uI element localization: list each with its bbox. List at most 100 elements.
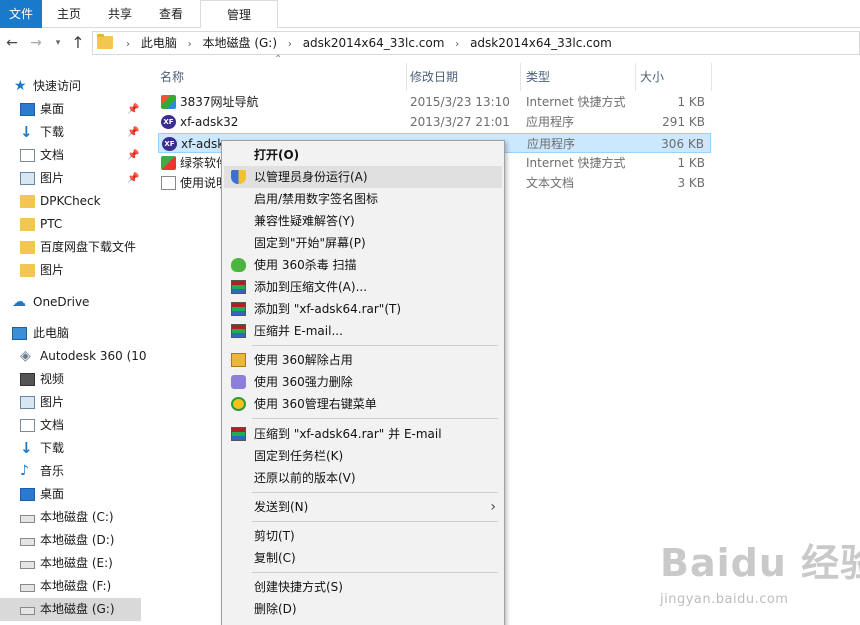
tab-home[interactable]: 主页 [48,0,90,28]
nav-item-label: 桌面 [40,102,65,116]
menu-toggle-signature-icon[interactable]: 启用/禁用数字签名图标 [224,188,502,210]
address-bar[interactable]: › 此电脑 › 本地磁盘 (G:) › adsk2014x64_33lc.com… [92,31,860,55]
menu-separator [252,521,498,522]
nav-desktop-pc[interactable]: 桌面 [0,483,148,506]
nav-item-label: 本地磁盘 (G:) [40,602,115,616]
file-type: Internet 快捷方式 [526,156,626,170]
chevron-right-icon[interactable]: › [126,34,130,56]
chevron-right-icon[interactable]: › [288,34,292,56]
file-row[interactable]: XF xf-adsk32 2013/3/27 21:01 应用程序 291 KB [158,112,711,132]
menu-separator [252,418,498,419]
menu-compress-to-rar-email[interactable]: 压缩到 "xf-adsk64.rar" 并 E-mail [224,423,502,445]
menu-item-label: 压缩到 "xf-adsk64.rar" 并 E-mail [254,427,442,441]
menu-pin-to-start[interactable]: 固定到"开始"屏幕(P) [224,232,502,254]
column-divider[interactable] [406,63,407,91]
tab-manage[interactable]: 管理 [200,0,278,29]
chevron-right-icon[interactable]: › [455,34,459,56]
forward-arrow-icon[interactable]: → [26,33,46,53]
menu-360-manage-context[interactable]: 使用 360管理右键菜单 [224,393,502,415]
nav-pictures-pc[interactable]: 图片 [0,391,148,414]
nav-item-label: 百度网盘下载文件 [40,240,137,254]
menu-add-to-rar[interactable]: 添加到 "xf-adsk64.rar"(T) [224,298,502,320]
nav-ptc[interactable]: PTC [0,213,148,236]
nav-drive-f[interactable]: 本地磁盘 (F:) [0,575,148,598]
nav-item-label: 桌面 [40,487,65,501]
nav-this-pc[interactable]: 此电脑 [0,322,148,345]
nav-documents-pc[interactable]: 文档 [0,414,148,437]
winrar-icon [231,302,246,316]
menu-restore-previous[interactable]: 还原以前的版本(V) [224,467,502,489]
nav-item-label: 下载 [40,125,65,139]
column-divider[interactable] [711,63,712,91]
crumb-subfolder[interactable]: adsk2014x64_33lc.com [470,32,612,54]
nav-music[interactable]: ♪ 音乐 [0,460,148,483]
app-icon: XF [162,137,177,151]
folder-icon [20,241,35,254]
menu-add-to-archive[interactable]: 添加到压缩文件(A)... [224,276,502,298]
nav-quick-access[interactable]: ★ 快速访问 [0,75,148,98]
menu-create-shortcut[interactable]: 创建快捷方式(S) [224,576,502,598]
nav-downloads-pc[interactable]: ↓ 下载 [0,437,148,460]
nav-baidu-downloads[interactable]: 百度网盘下载文件 [0,236,148,259]
nav-drive-g[interactable]: 本地磁盘 (G:) [0,598,141,621]
nav-pictures[interactable]: 图片 📌 [0,167,148,190]
column-header-type[interactable]: 类型 [526,63,550,91]
file-name: xf-adsk32 [180,115,239,129]
menu-360-scan[interactable]: 使用 360杀毒 扫描 [224,254,502,276]
nav-drive-e[interactable]: 本地磁盘 (E:) [0,552,148,575]
nav-onedrive[interactable]: ☁ OneDrive [0,291,148,314]
folder-icon [20,218,35,231]
crumb-this-pc[interactable]: 此电脑 [141,32,177,54]
menu-delete[interactable]: 删除(D) [224,598,502,620]
menu-send-to[interactable]: 发送到(N) › [224,496,502,518]
menu-360-force-delete[interactable]: 使用 360强力删除 [224,371,502,393]
file-name: xf-adsk [181,137,225,151]
column-header-date[interactable]: 修改日期 [410,63,458,91]
file-row[interactable]: 3837网址导航 2015/3/23 13:10 Internet 快捷方式 1… [158,92,711,112]
chevron-right-icon[interactable]: › [188,34,192,56]
nav-drive-d[interactable]: 本地磁盘 (D:) [0,529,148,552]
column-header-size[interactable]: 大小 [640,63,664,91]
menu-run-as-admin[interactable]: 以管理员身份运行(A) [224,166,502,188]
column-divider[interactable] [635,63,636,91]
pin-icon[interactable]: 📌 [127,144,139,167]
file-size: 306 KB [661,137,704,151]
nav-videos[interactable]: 视频 [0,368,148,391]
pictures-icon [20,172,35,185]
column-divider[interactable] [520,63,521,91]
menu-open[interactable]: 打开(O) [224,144,502,166]
menu-360-unlock[interactable]: 使用 360解除占用 [224,349,502,371]
tab-file[interactable]: 文件 [0,0,42,28]
nav-downloads[interactable]: ↓ 下载 📌 [0,121,148,144]
autodesk-icon: ◈ [20,348,31,364]
menu-compress-email[interactable]: 压缩并 E-mail... [224,320,502,342]
pin-icon[interactable]: 📌 [127,167,139,190]
nav-documents[interactable]: 文档 📌 [0,144,148,167]
nav-autodesk-360[interactable]: ◈ Autodesk 360 (10 [0,345,148,368]
crumb-drive-g[interactable]: 本地磁盘 (G:) [203,32,278,54]
winrar-icon [231,280,246,294]
pin-icon[interactable]: 📌 [127,98,139,121]
recent-locations-icon[interactable]: ▾ [48,33,68,53]
column-header-name[interactable]: 名称 [160,63,184,91]
app-icon: XF [161,115,176,129]
nav-dpkcheck[interactable]: DPKCheck [0,190,148,213]
pin-icon[interactable]: 📌 [127,121,139,144]
nav-drive-c[interactable]: 本地磁盘 (C:) [0,506,148,529]
tab-view[interactable]: 查看 [150,0,192,28]
nav-item-label: 图片 [40,395,65,409]
menu-copy[interactable]: 复制(C) [224,547,502,569]
menu-item-label: 使用 360管理右键菜单 [254,397,377,411]
back-arrow-icon[interactable]: ← [2,33,22,53]
menu-compatibility-troubleshoot[interactable]: 兼容性疑难解答(Y) [224,210,502,232]
menu-item-label: 使用 360解除占用 [254,353,353,367]
tab-share[interactable]: 共享 [100,0,140,28]
up-arrow-icon[interactable]: ↑ [68,33,88,53]
crumb-folder[interactable]: adsk2014x64_33lc.com [303,32,445,54]
computer-icon [12,327,27,340]
nav-pictures-folder[interactable]: 图片 [0,259,148,282]
menu-cut[interactable]: 剪切(T) [224,525,502,547]
file-name: 3837网址导航 [180,95,259,109]
menu-pin-to-taskbar[interactable]: 固定到任务栏(K) [224,445,502,467]
nav-desktop[interactable]: 桌面 📌 [0,98,148,121]
